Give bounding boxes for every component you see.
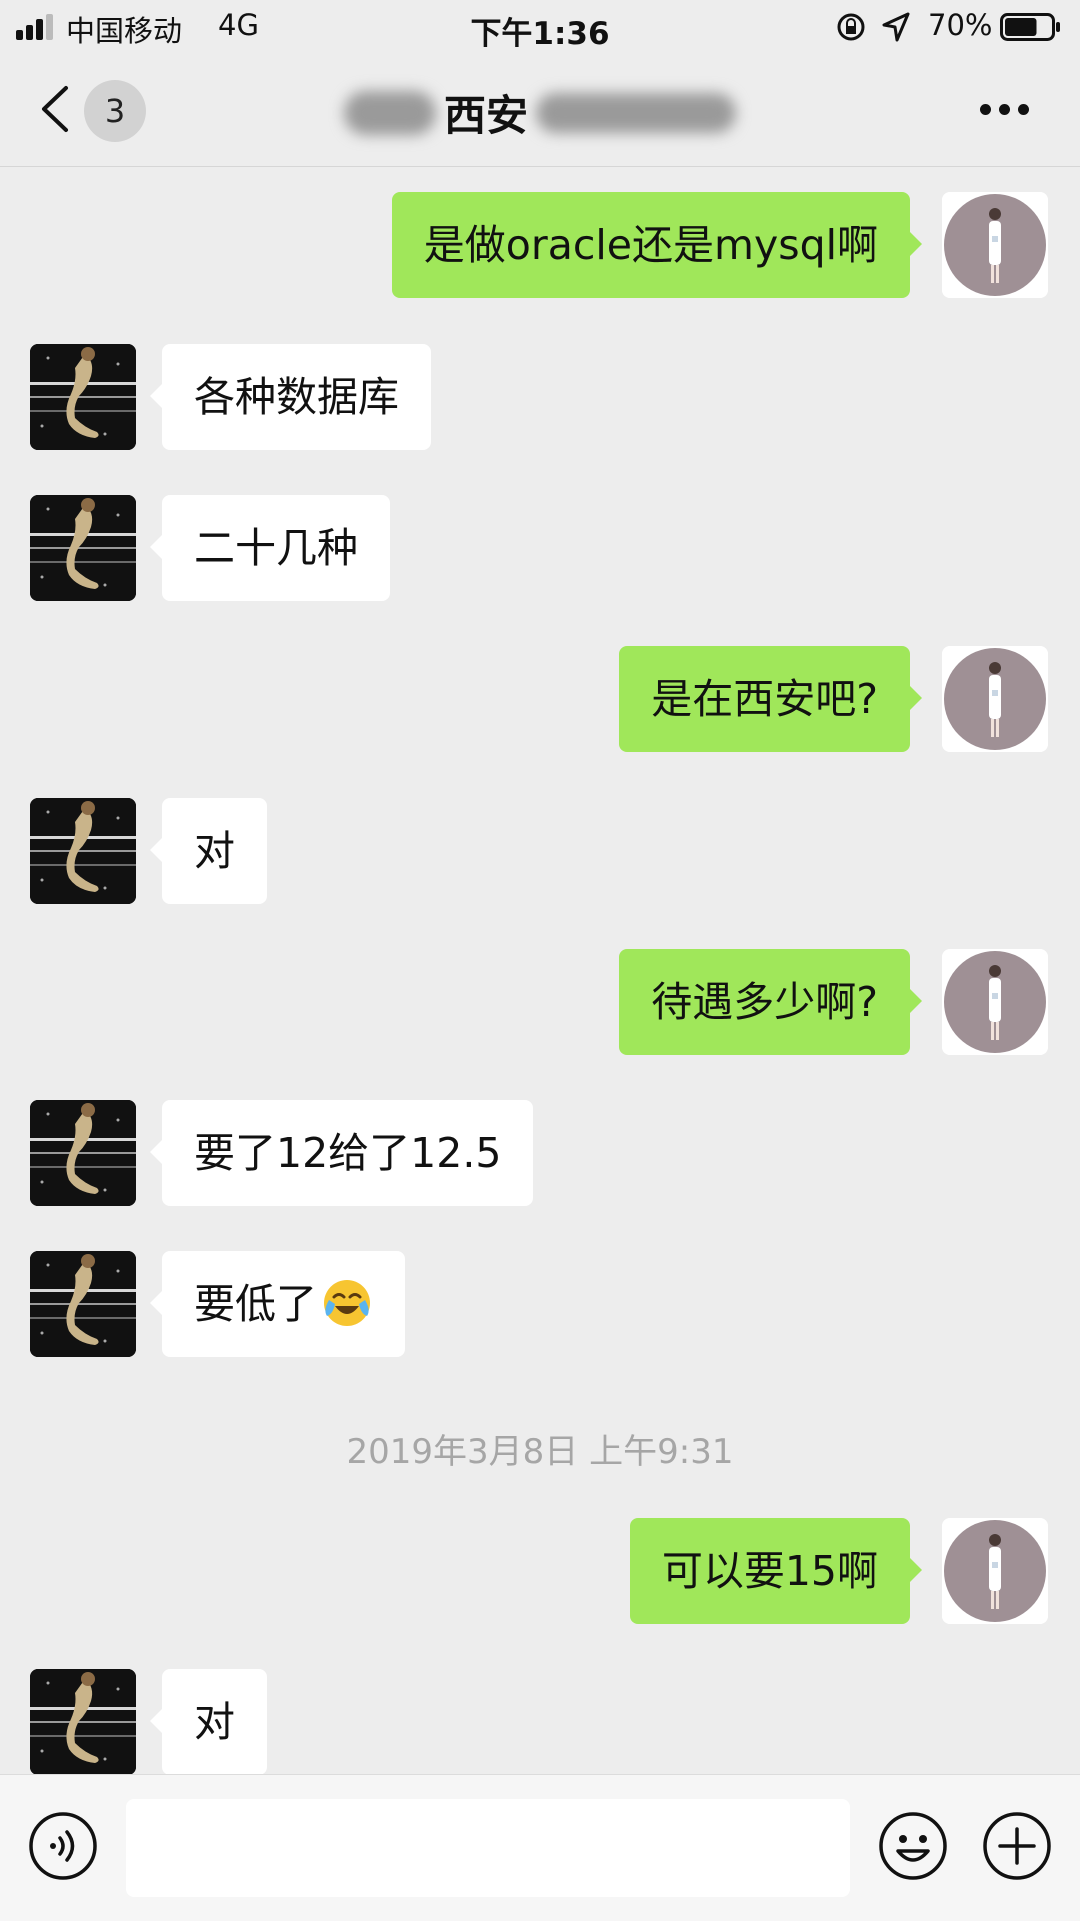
status-time: 下午1:36	[470, 16, 610, 52]
contact-avatar-image	[30, 495, 136, 601]
contact-avatar-image	[30, 1251, 136, 1357]
input-bar	[0, 1774, 1080, 1921]
contact-avatar[interactable]	[30, 1251, 136, 1357]
chat-title: 西安	[0, 82, 1080, 143]
emoji-icon[interactable]	[878, 1811, 948, 1881]
message-bubble-other[interactable]: 要了12给了12.5	[149, 1100, 534, 1206]
contact-avatar[interactable]	[30, 798, 136, 904]
self-avatar[interactable]	[942, 192, 1048, 298]
blurred-name-prefix	[343, 90, 436, 135]
contact-avatar[interactable]	[30, 1669, 136, 1775]
contact-avatar-image	[30, 1669, 136, 1775]
rotation-lock-icon	[837, 13, 865, 41]
battery-icon	[1000, 13, 1060, 41]
message-input[interactable]	[126, 1799, 850, 1897]
location-arrow-icon	[882, 12, 910, 42]
plus-icon[interactable]	[982, 1811, 1052, 1881]
blurred-name-suffix	[536, 92, 736, 133]
battery-percent: 70%	[928, 8, 993, 42]
self-avatar-image	[942, 646, 1048, 752]
message-bubble-other[interactable]: 对	[150, 1669, 267, 1775]
self-avatar[interactable]	[942, 1518, 1048, 1624]
self-avatar[interactable]	[942, 646, 1048, 752]
contact-avatar[interactable]	[30, 344, 136, 450]
message-bubble-other[interactable]: 二十几种	[150, 495, 390, 601]
message-bubble-other[interactable]: 各种数据库	[150, 344, 431, 450]
voice-icon[interactable]	[28, 1811, 98, 1881]
message-bubble-self[interactable]: 可以要15啊	[629, 1518, 923, 1624]
self-avatar-image	[942, 1518, 1048, 1624]
message-bubble-self[interactable]: 是在西安吧?	[619, 646, 922, 752]
message-bubble-self[interactable]: 是做oracle还是mysql啊	[391, 192, 923, 298]
status-bar: 中国移动 4G 下午1:36 70%	[0, 0, 1080, 54]
contact-avatar[interactable]	[30, 495, 136, 601]
contact-avatar[interactable]	[30, 1100, 136, 1206]
chat-header: 3 西安	[0, 54, 1080, 167]
message-bubble-self[interactable]: 待遇多少啊?	[619, 949, 922, 1055]
message-bubble-other[interactable]: 要低了	[150, 1251, 405, 1357]
chat-title-text: 西安	[443, 91, 528, 140]
self-avatar-image	[942, 192, 1048, 298]
self-avatar[interactable]	[942, 949, 1048, 1055]
crying-laughing-emoji-icon	[324, 1280, 370, 1326]
message-timestamp: 2019年3月8日 上午9:31	[346, 1432, 734, 1472]
more-options-icon[interactable]	[980, 104, 1030, 118]
contact-avatar-image	[30, 1100, 136, 1206]
contact-avatar-image	[30, 798, 136, 904]
message-bubble-other[interactable]: 对	[150, 798, 267, 904]
contact-avatar-image	[30, 344, 136, 450]
self-avatar-image	[942, 949, 1048, 1055]
